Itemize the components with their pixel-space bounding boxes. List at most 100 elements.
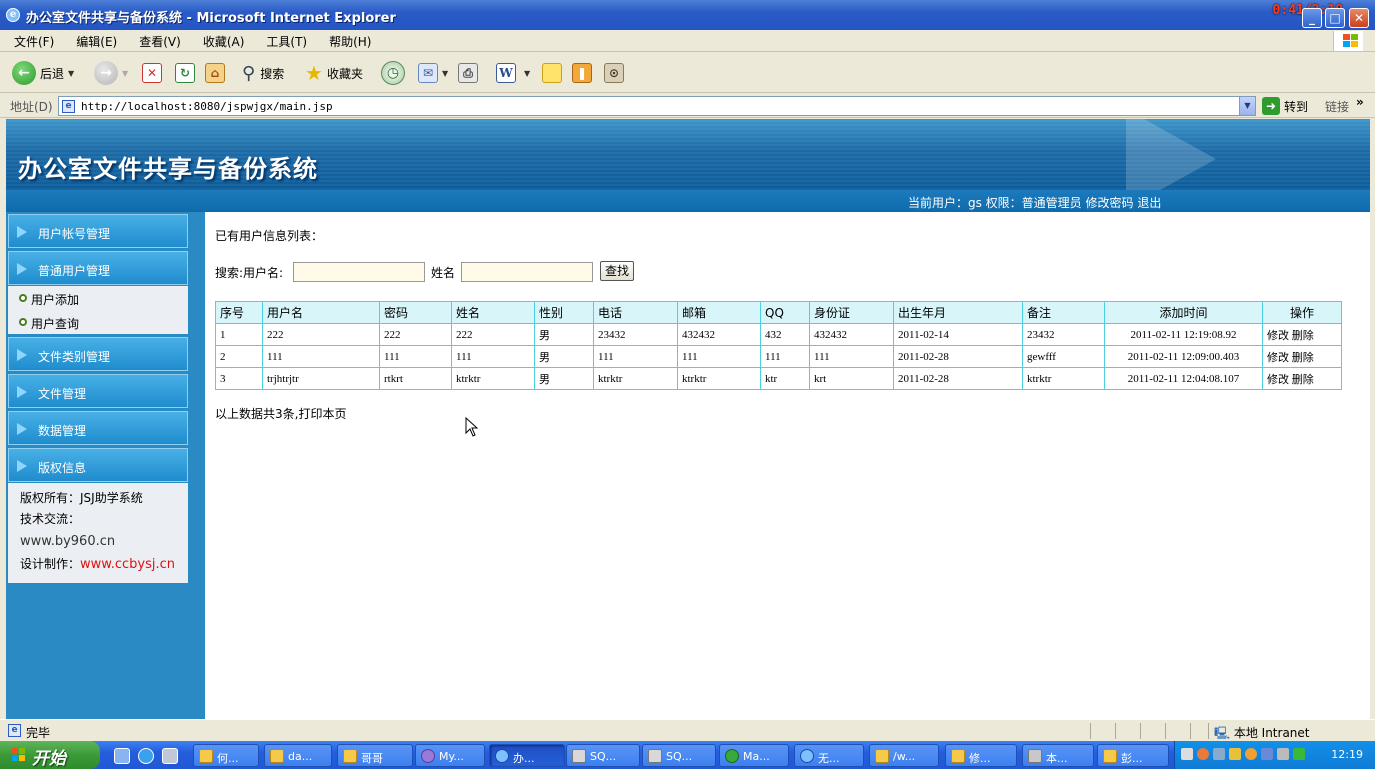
- menu-tools[interactable]: 工具(T): [252, 30, 315, 50]
- table-footer[interactable]: 以上数据共3条,打印本页: [215, 405, 346, 422]
- edit-link[interactable]: 修改: [1267, 374, 1289, 386]
- ie-quicklaunch-icon[interactable]: [138, 748, 154, 764]
- address-dropdown-icon[interactable]: ▼: [1239, 97, 1255, 115]
- star-icon: ★: [305, 61, 323, 85]
- delete-link[interactable]: 删除: [1292, 330, 1314, 342]
- task-button[interactable]: SQ...: [642, 744, 716, 767]
- cell-note: 23432: [1022, 323, 1105, 346]
- cell-no: 3: [215, 367, 263, 390]
- menu-favorites[interactable]: 收藏(A): [189, 30, 253, 50]
- edit-link[interactable]: 修改: [1267, 352, 1289, 364]
- task-button[interactable]: /w...: [869, 744, 939, 767]
- go-button[interactable]: ➜ 转到: [1262, 97, 1308, 115]
- refresh-button[interactable]: ↻: [175, 61, 195, 85]
- binoculars-icon: ⊙: [604, 63, 624, 83]
- address-input[interactable]: e http://localhost:8080/jspwjgx/main.jsp…: [58, 96, 1256, 116]
- menu-edit[interactable]: 编辑(E): [62, 30, 125, 50]
- task-button-active[interactable]: 办...: [489, 744, 565, 767]
- mail-dropdown-icon[interactable]: ▼: [442, 69, 448, 78]
- site-link[interactable]: www.by960.cn: [20, 534, 115, 549]
- close-button[interactable]: ✕: [1349, 8, 1369, 28]
- search-submit-button[interactable]: 查找: [600, 261, 634, 281]
- table-row: 1 222 222 222 男 23432 432432 432 432432 …: [215, 323, 1342, 346]
- username-search-input[interactable]: [293, 262, 425, 282]
- sidebar-subitem-query-user[interactable]: 用户查询: [8, 310, 188, 334]
- cell-username: 111: [262, 345, 380, 368]
- favorites-button[interactable]: ★ 收藏夹: [305, 61, 363, 85]
- cell-qq: 111: [760, 345, 810, 368]
- print-button[interactable]: ⎙: [458, 61, 478, 85]
- back-button[interactable]: ← 后退 ▼: [12, 61, 74, 85]
- design-link[interactable]: www.ccbysj.cn: [80, 557, 175, 572]
- windows-logo-icon: [1333, 31, 1363, 51]
- taskbar-clock[interactable]: 12:19: [1331, 748, 1363, 761]
- home-icon: ⌂: [205, 63, 225, 83]
- messenger-button[interactable]: ⊙: [604, 61, 624, 85]
- name-search-input[interactable]: [461, 262, 593, 282]
- back-dropdown-icon[interactable]: ▼: [68, 69, 74, 78]
- sidebar-subitem-add-user[interactable]: 用户添加: [8, 286, 188, 310]
- history-button[interactable]: ◷: [381, 61, 405, 85]
- discuss-button[interactable]: [542, 61, 562, 85]
- minimize-button[interactable]: _: [1302, 8, 1322, 28]
- chevron-right-icon[interactable]: »: [1356, 95, 1364, 109]
- menu-help[interactable]: 帮助(H): [315, 30, 379, 50]
- sidebar-item-data[interactable]: 数据管理: [8, 411, 188, 445]
- stop-button[interactable]: ✕: [142, 61, 162, 85]
- delete-link[interactable]: 删除: [1292, 352, 1314, 364]
- edit-link[interactable]: 修改: [1267, 330, 1289, 342]
- tray-arrow-icon[interactable]: [1197, 748, 1209, 760]
- maximize-button[interactable]: □: [1325, 8, 1345, 28]
- cell-password: 222: [379, 323, 452, 346]
- table-row: 3 trjhtrjtr rtkrt ktrktr 男 ktrktr ktrktr…: [215, 367, 1342, 390]
- main-content: 已有用户信息列表： 搜索:用户名: 姓名 查找 序号 用户名 密码 姓名 性别 …: [205, 212, 1370, 719]
- menu-file[interactable]: 文件(F): [0, 30, 62, 50]
- sidebar-item-file-category[interactable]: 文件类别管理: [8, 337, 188, 371]
- col-header: 身份证: [809, 301, 894, 324]
- links-button[interactable]: 链接: [1325, 98, 1349, 115]
- keyboard-tray-icon[interactable]: [1181, 748, 1193, 760]
- show-desktop-icon[interactable]: [114, 748, 130, 764]
- current-user-info[interactable]: 当前用户：gs 权限：普通管理员 修改密码 退出: [908, 194, 1161, 211]
- table-header-row: 序号 用户名 密码 姓名 性别 电话 邮箱 QQ 身份证 出生年月 备注 添加时…: [215, 301, 1342, 324]
- sidebar-item-files[interactable]: 文件管理: [8, 374, 188, 408]
- forward-button[interactable]: → ▼: [94, 61, 128, 85]
- tray-app-icon[interactable]: [1229, 748, 1241, 760]
- monitor-tray-icon[interactable]: [1261, 748, 1273, 760]
- sidebar-item-users[interactable]: 普通用户管理: [8, 251, 188, 285]
- task-button[interactable]: Ma...: [719, 744, 789, 767]
- cell-qq: ktr: [760, 367, 810, 390]
- address-url[interactable]: http://localhost:8080/jspwjgx/main.jsp: [81, 100, 333, 113]
- task-button[interactable]: 无...: [794, 744, 864, 767]
- start-button[interactable]: 开始: [0, 741, 100, 769]
- sidebar-item-account[interactable]: 用户帐号管理: [8, 214, 188, 248]
- menu-view[interactable]: 查看(V): [125, 30, 189, 50]
- task-button[interactable]: My...: [415, 744, 485, 767]
- research-button[interactable]: ❚: [572, 61, 592, 85]
- edit-dropdown-icon[interactable]: ▼: [524, 69, 530, 78]
- sidebar: 用户帐号管理 普通用户管理 用户添加 用户查询 文件类别管理 文件管理 数据管理…: [6, 212, 205, 719]
- task-button[interactable]: 修...: [945, 744, 1017, 767]
- qq-tray-icon[interactable]: [1245, 748, 1257, 760]
- task-button[interactable]: 彭...: [1097, 744, 1169, 767]
- task-button[interactable]: 本...: [1022, 744, 1094, 767]
- media-quicklaunch-icon[interactable]: [162, 748, 178, 764]
- cell-username: trjhtrjtr: [262, 367, 380, 390]
- cell-note: ktrktr: [1022, 367, 1105, 390]
- delete-link[interactable]: 删除: [1292, 374, 1314, 386]
- sidebar-subitem-label: 用户查询: [31, 317, 80, 331]
- task-button[interactable]: 何...: [193, 744, 259, 767]
- edit-button[interactable]: W ▼: [496, 61, 530, 85]
- cell-actions: 修改 删除: [1262, 367, 1342, 390]
- add-tray-icon[interactable]: [1293, 748, 1305, 760]
- network-tray-icon[interactable]: [1213, 748, 1225, 760]
- task-button[interactable]: da...: [264, 744, 332, 767]
- search-button[interactable]: ⚲ 搜索: [242, 61, 284, 85]
- task-button[interactable]: SQ...: [566, 744, 640, 767]
- sidebar-item-copyright[interactable]: 版权信息: [8, 448, 188, 482]
- mail-button[interactable]: ✉ ▼: [418, 61, 448, 85]
- task-button[interactable]: 哥哥: [337, 744, 413, 767]
- cell-idcard: krt: [809, 367, 894, 390]
- volume-tray-icon[interactable]: [1277, 748, 1289, 760]
- home-button[interactable]: ⌂: [205, 61, 225, 85]
